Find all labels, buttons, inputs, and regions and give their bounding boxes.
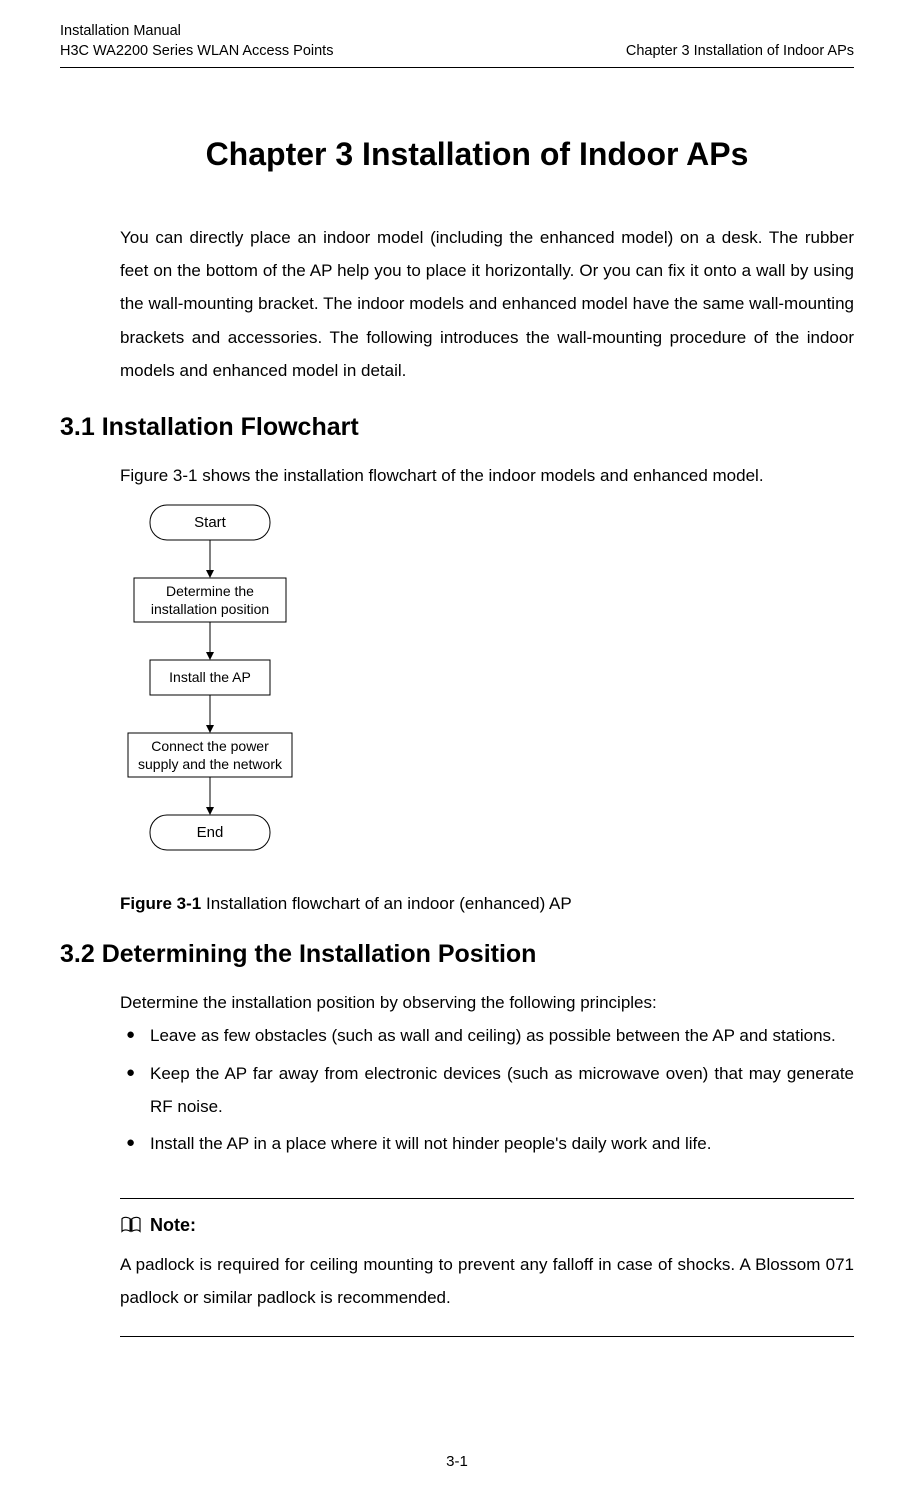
chapter-title: Chapter 3 Installation of Indoor APs [100,136,854,173]
flowchart-step3-line2: supply and the network [138,756,283,772]
principles-list: ● Leave as few obstacles (such as wall a… [120,1019,854,1160]
note-text: A padlock is required for ceiling mounti… [120,1248,854,1314]
bullet-text-2: Keep the AP far away from electronic dev… [150,1057,854,1123]
section-3-2-intro: Determine the installation position by o… [120,987,854,1019]
page-number: 3-1 [0,1453,914,1470]
note-title-row: Note: [120,1215,854,1236]
list-item: ● Install the AP in a place where it wil… [120,1127,854,1160]
arrow-down-icon [206,652,214,660]
flowchart-step2-text: Install the AP [169,669,251,685]
section-3-1-heading: 3.1 Installation Flowchart [60,413,854,442]
figure-3-1-reference: Figure 3-1 shows the installation flowch… [120,460,854,492]
header-manual-title: Installation Manual [60,22,333,42]
intro-paragraph: You can directly place an indoor model (… [120,221,854,387]
flowchart-start-text: Start [194,514,227,531]
bullet-icon: ● [120,1019,150,1051]
note-label: Note: [150,1215,196,1236]
installation-flowchart: Start Determine the installation positio… [120,500,854,880]
bullet-icon: ● [120,1127,150,1159]
arrow-down-icon [206,570,214,578]
bullet-text-1: Leave as few obstacles (such as wall and… [150,1019,854,1052]
book-icon [120,1216,142,1234]
list-item: ● Leave as few obstacles (such as wall a… [120,1019,854,1052]
figure-caption-text: Installation flowchart of an indoor (enh… [201,894,571,913]
flowchart-step3-line1: Connect the power [151,738,269,754]
page-header: Installation Manual H3C WA2200 Series WL… [60,0,854,68]
figure-3-1-caption: Figure 3-1 Installation flowchart of an … [120,894,854,914]
arrow-down-icon [206,725,214,733]
figure-label: Figure 3-1 [120,894,201,913]
arrow-down-icon [206,807,214,815]
flowchart-step1-line2: installation position [151,601,269,617]
list-item: ● Keep the AP far away from electronic d… [120,1057,854,1123]
header-product-series: H3C WA2200 Series WLAN Access Points [60,42,333,62]
bullet-icon: ● [120,1057,150,1089]
note-box: Note: A padlock is required for ceiling … [120,1198,854,1337]
flowchart-end-text: End [197,824,224,841]
flowchart-step1-line1: Determine the [166,583,254,599]
header-chapter-label: Chapter 3 Installation of Indoor APs [626,42,854,62]
bullet-text-3: Install the AP in a place where it will … [150,1127,854,1160]
header-left-block: Installation Manual H3C WA2200 Series WL… [60,22,333,61]
section-3-2-heading: 3.2 Determining the Installation Positio… [60,940,854,969]
